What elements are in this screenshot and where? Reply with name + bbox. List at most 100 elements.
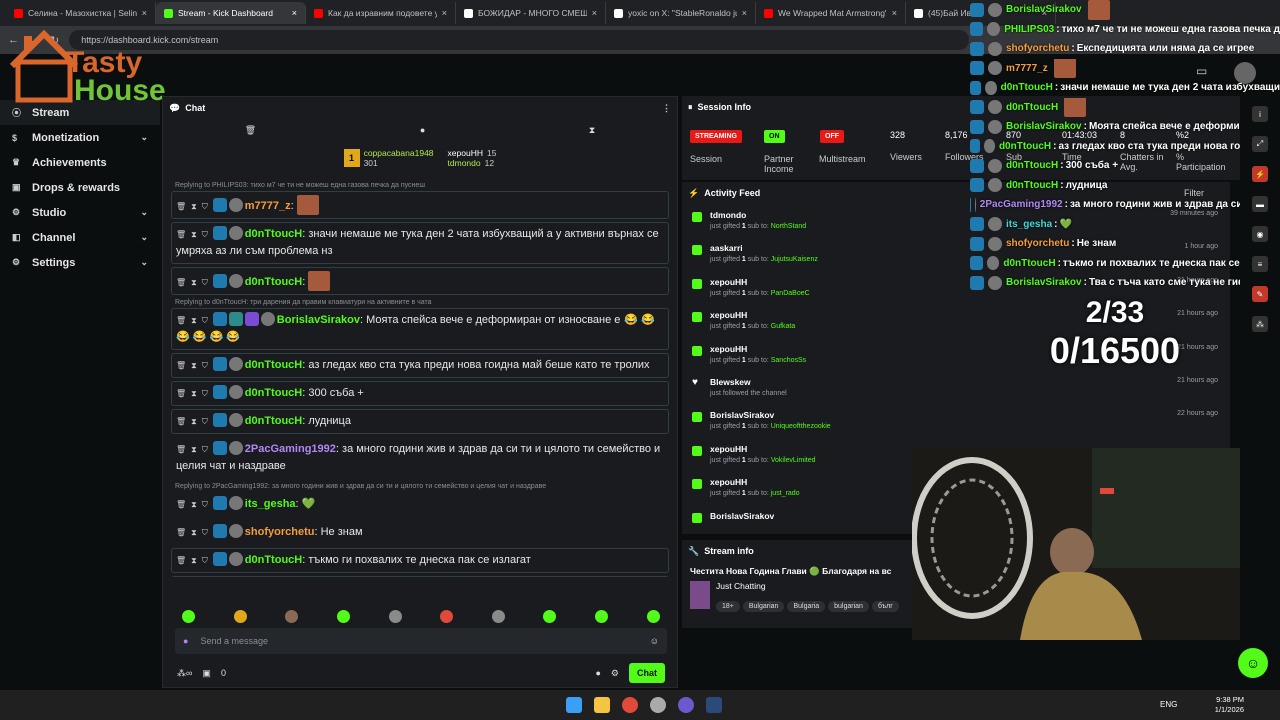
stream-tag[interactable]: Bulgaria [787, 601, 826, 612]
emoji-icon[interactable]: ☺ [650, 636, 659, 646]
shield-icon[interactable]: ⛉ [202, 278, 208, 287]
emote-shortcut-icon[interactable] [285, 609, 299, 623]
gift-recipient[interactable]: JujutsuKaisenz [771, 256, 818, 263]
leader-third[interactable]: tdmondo 12 [448, 158, 497, 168]
shield-icon[interactable]: ⛉ [202, 361, 208, 370]
emote-shortcut-icon[interactable] [646, 609, 660, 623]
activity-user[interactable]: Blewskew [710, 377, 787, 387]
chat-message[interactable]: 🗑 ⧗ ⛉ d0nTtoucH: тъкмо ги похвалих те днеск… [171, 548, 669, 573]
emote-shortcut-icon[interactable] [388, 609, 402, 623]
chat-icon[interactable]: ▬ [1252, 196, 1268, 212]
browser-tab[interactable]: Stream - Kick Dashboard × [156, 2, 306, 24]
chat-username[interactable]: d0nTtoucH [245, 228, 302, 240]
trash-icon[interactable]: 🗑 [176, 230, 186, 239]
list-icon[interactable]: ≡ [1252, 256, 1268, 272]
chat-message[interactable]: 🗑 ⧗ ⛉ d0nTtoucH: [171, 267, 669, 295]
hourglass-icon[interactable]: ⧗ [191, 528, 197, 537]
close-icon[interactable]: × [592, 8, 597, 18]
activity-user[interactable]: BorislavSirakov [710, 410, 831, 420]
chat-settings-icon[interactable]: ● [595, 668, 600, 678]
stream-tag[interactable]: bulgarian [828, 601, 869, 612]
shield-icon[interactable]: ⛉ [202, 500, 208, 509]
hourglass-icon[interactable]: ⧗ [191, 278, 197, 287]
trash-icon[interactable]: 🗑 [176, 556, 186, 565]
gift-recipient[interactable]: SanchosSs [771, 357, 806, 364]
shield-icon[interactable]: ⛉ [202, 528, 208, 537]
more-icon[interactable]: ⋮ [662, 103, 671, 114]
chat-username[interactable]: d0nTtoucH [245, 276, 302, 288]
chat-username[interactable]: d0nTtoucH [245, 387, 302, 399]
sidebar-item-channel[interactable]: ◧ Channel ⌄ [0, 225, 160, 250]
browser-tab[interactable]: yoxic on X: "StableRonaldo just × [606, 2, 756, 24]
hourglass-icon[interactable]: ⧗ [191, 316, 197, 325]
multistream-badge[interactable]: OFF [820, 130, 844, 143]
shield-icon[interactable]: ⛉ [202, 230, 208, 239]
activity-user[interactable]: xepouHH [710, 310, 795, 320]
shield-icon[interactable]: ⛉ [202, 316, 208, 325]
chat-username[interactable]: shofyorchetu [245, 526, 315, 538]
clock[interactable]: 9:38 PM 1/1/2026 [1215, 695, 1244, 715]
shield-icon[interactable]: ⛉ [202, 417, 208, 426]
gift-recipient[interactable]: Gufkata [771, 323, 796, 330]
support-chat-button[interactable]: ☺ [1238, 648, 1268, 678]
chat-send-button[interactable]: Chat [629, 663, 665, 683]
hourglass-icon[interactable]: ⧗ [191, 389, 197, 398]
shield-icon[interactable]: ⛉ [202, 389, 208, 398]
chevron-down-icon[interactable]: ⌄ [140, 232, 148, 243]
folder-icon[interactable] [594, 697, 610, 713]
expand-icon[interactable]: ⤢ [1252, 136, 1268, 152]
stream-tag[interactable]: 18+ [716, 601, 740, 612]
chrome-icon[interactable] [622, 697, 638, 713]
category-name[interactable]: Just Chatting [716, 581, 902, 591]
chat-message[interactable]: 🗑 ⧗ ⛉ 2PacGaming1992: за много години жив и… [171, 437, 669, 479]
gift-recipient[interactable]: NorthStand [771, 223, 806, 230]
hourglass-icon[interactable]: ⧗ [191, 445, 197, 454]
shield-icon[interactable]: ⛉ [202, 445, 208, 454]
trash-icon[interactable]: 🗑 [176, 500, 186, 509]
chat-message[interactable]: 🗑 ⧗ ⛉ d0nTtoucH: 300 съба + [171, 381, 669, 406]
activity-item[interactable]: BorislavSirakov just gifted 1 sub to: Uni… [682, 404, 1230, 437]
emote-shortcut-icon[interactable] [595, 609, 609, 623]
chevron-down-icon[interactable]: ⌄ [140, 207, 148, 218]
emote-shortcut-icon[interactable] [233, 609, 247, 623]
steam-icon[interactable] [706, 697, 722, 713]
chat-bubble-icon[interactable]: ● [420, 125, 425, 135]
gift-recipient[interactable]: VokilevLimited [771, 457, 816, 464]
broadcast-icon[interactable]: ◉ [1252, 226, 1268, 242]
stream-tag[interactable]: бълг [871, 601, 899, 612]
chat-username[interactable]: its_gesha [245, 498, 296, 510]
chat-username[interactable]: 2PacGaming1992 [245, 443, 336, 455]
hourglass-icon[interactable]: ⧗ [191, 417, 197, 426]
gear-icon[interactable]: ⚙ [611, 668, 619, 679]
sidebar-item-studio[interactable]: ⚙ Studio ⌄ [0, 200, 160, 225]
chat-message[interactable]: 🗑 ⧗ ⛉ d0nTtoucH: значи немаше ме тука ден 2… [171, 222, 669, 264]
chat-username[interactable]: d0nTtoucH [245, 415, 302, 427]
leader-second[interactable]: xepouHH 15 [448, 148, 497, 158]
gift-recipient[interactable]: just_rado [771, 490, 800, 497]
sidebar-item-monetization[interactable]: $ Monetization ⌄ [0, 125, 160, 150]
app-icon[interactable] [650, 697, 666, 713]
start-icon[interactable] [566, 697, 582, 713]
hourglass-icon[interactable]: ⧗ [191, 202, 197, 211]
gift-recipient[interactable]: PanDaBoeC [771, 290, 810, 297]
partner-income-badge[interactable]: ON [764, 130, 785, 143]
trash-icon[interactable]: 🗑 [176, 316, 186, 325]
close-icon[interactable]: × [742, 8, 747, 18]
users-icon[interactable]: ⁂∞ [177, 668, 192, 679]
activity-user[interactable]: xepouHH [710, 444, 816, 454]
info-icon[interactable]: i [1252, 106, 1268, 122]
trash-icon[interactable]: 🗑 [176, 417, 186, 426]
chat-message[interactable]: 🗑 ⧗ ⛉ its_gesha: 💚 [171, 492, 669, 517]
chat-message[interactable]: 🗑 ⧗ ⛉ shofyorchetu: Не знам [171, 520, 669, 545]
share-icon[interactable]: ⁂ [1252, 316, 1268, 332]
language-indicator[interactable]: ENG [1160, 700, 1177, 709]
trash-icon[interactable]: 🗑 [176, 445, 186, 454]
hourglass-icon[interactable]: ⧗ [191, 500, 197, 509]
chat-message[interactable]: 🗑 ⧗ ⛉ BorislavSirakov: Моята спейса вече е … [171, 308, 669, 350]
stream-tag[interactable]: Bulgarian [742, 601, 785, 612]
browser-tab[interactable]: Как да изравним подовете у д × [306, 2, 456, 24]
chevron-down-icon[interactable]: ⌄ [140, 257, 148, 268]
activity-user[interactable]: aaskarri [710, 243, 818, 253]
chat-username[interactable]: m7777_z [245, 200, 291, 212]
chat-message[interactable]: 🗑 ⧗ ⛉ m7777_z: [171, 191, 669, 219]
